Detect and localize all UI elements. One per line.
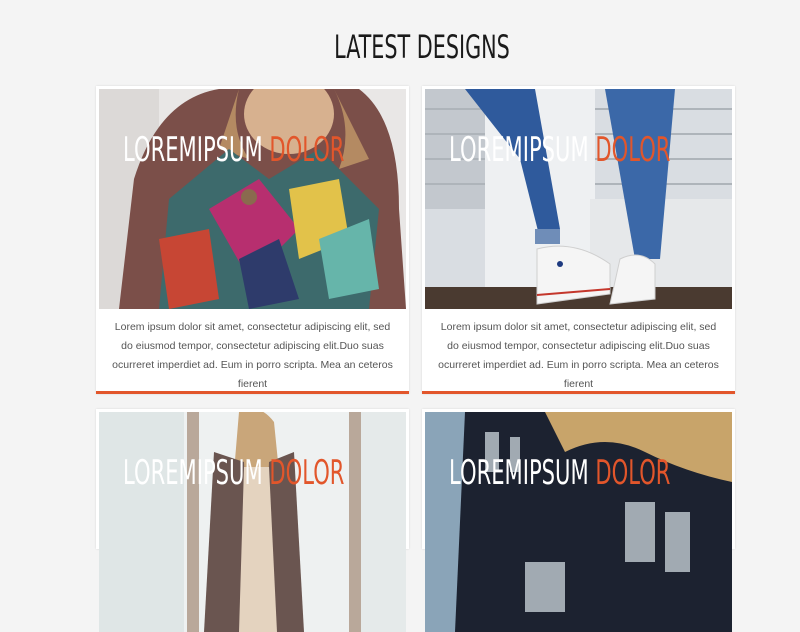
card-overlay-title: LOREMIPSUM DOLOR	[123, 453, 345, 493]
card-image[interactable]: LOREMIPSUM DOLOR	[425, 89, 732, 309]
card-description: Lorem ipsum dolor sit amet, consectetur …	[112, 321, 393, 390]
graphic-tee-blonde-photo	[425, 412, 732, 632]
card-image[interactable]: LOREMIPSUM DOLOR	[99, 412, 406, 632]
card-overlay-title: LOREMIPSUM DOLOR	[449, 130, 671, 170]
card-overlay-title: LOREMIPSUM DOLOR	[123, 130, 345, 170]
card-description: Lorem ipsum dolor sit amet, consectetur …	[438, 321, 719, 390]
design-card[interactable]: LOREMIPSUM DOLOR	[422, 409, 735, 632]
card-image[interactable]: LOREMIPSUM DOLOR	[99, 89, 406, 309]
design-card[interactable]: LOREMIPSUM DOLOR Lorem ipsum dolor sit a…	[422, 86, 735, 394]
design-card[interactable]: LOREMIPSUM DOLOR	[96, 409, 409, 632]
card-accent-bar	[422, 391, 735, 394]
card-accent-bar	[96, 391, 409, 394]
card-image[interactable]: LOREMIPSUM DOLOR	[425, 412, 732, 632]
jeans-white-sneakers-photo	[425, 89, 732, 309]
section-title: LATEST DESIGNS	[334, 28, 510, 66]
design-card[interactable]: LOREMIPSUM DOLOR Lorem ipsum dolor sit a…	[96, 86, 409, 394]
woman-cardigan-window-photo	[99, 412, 406, 632]
woman-colorful-poncho-photo	[99, 89, 406, 309]
card-overlay-title: LOREMIPSUM DOLOR	[449, 453, 671, 493]
